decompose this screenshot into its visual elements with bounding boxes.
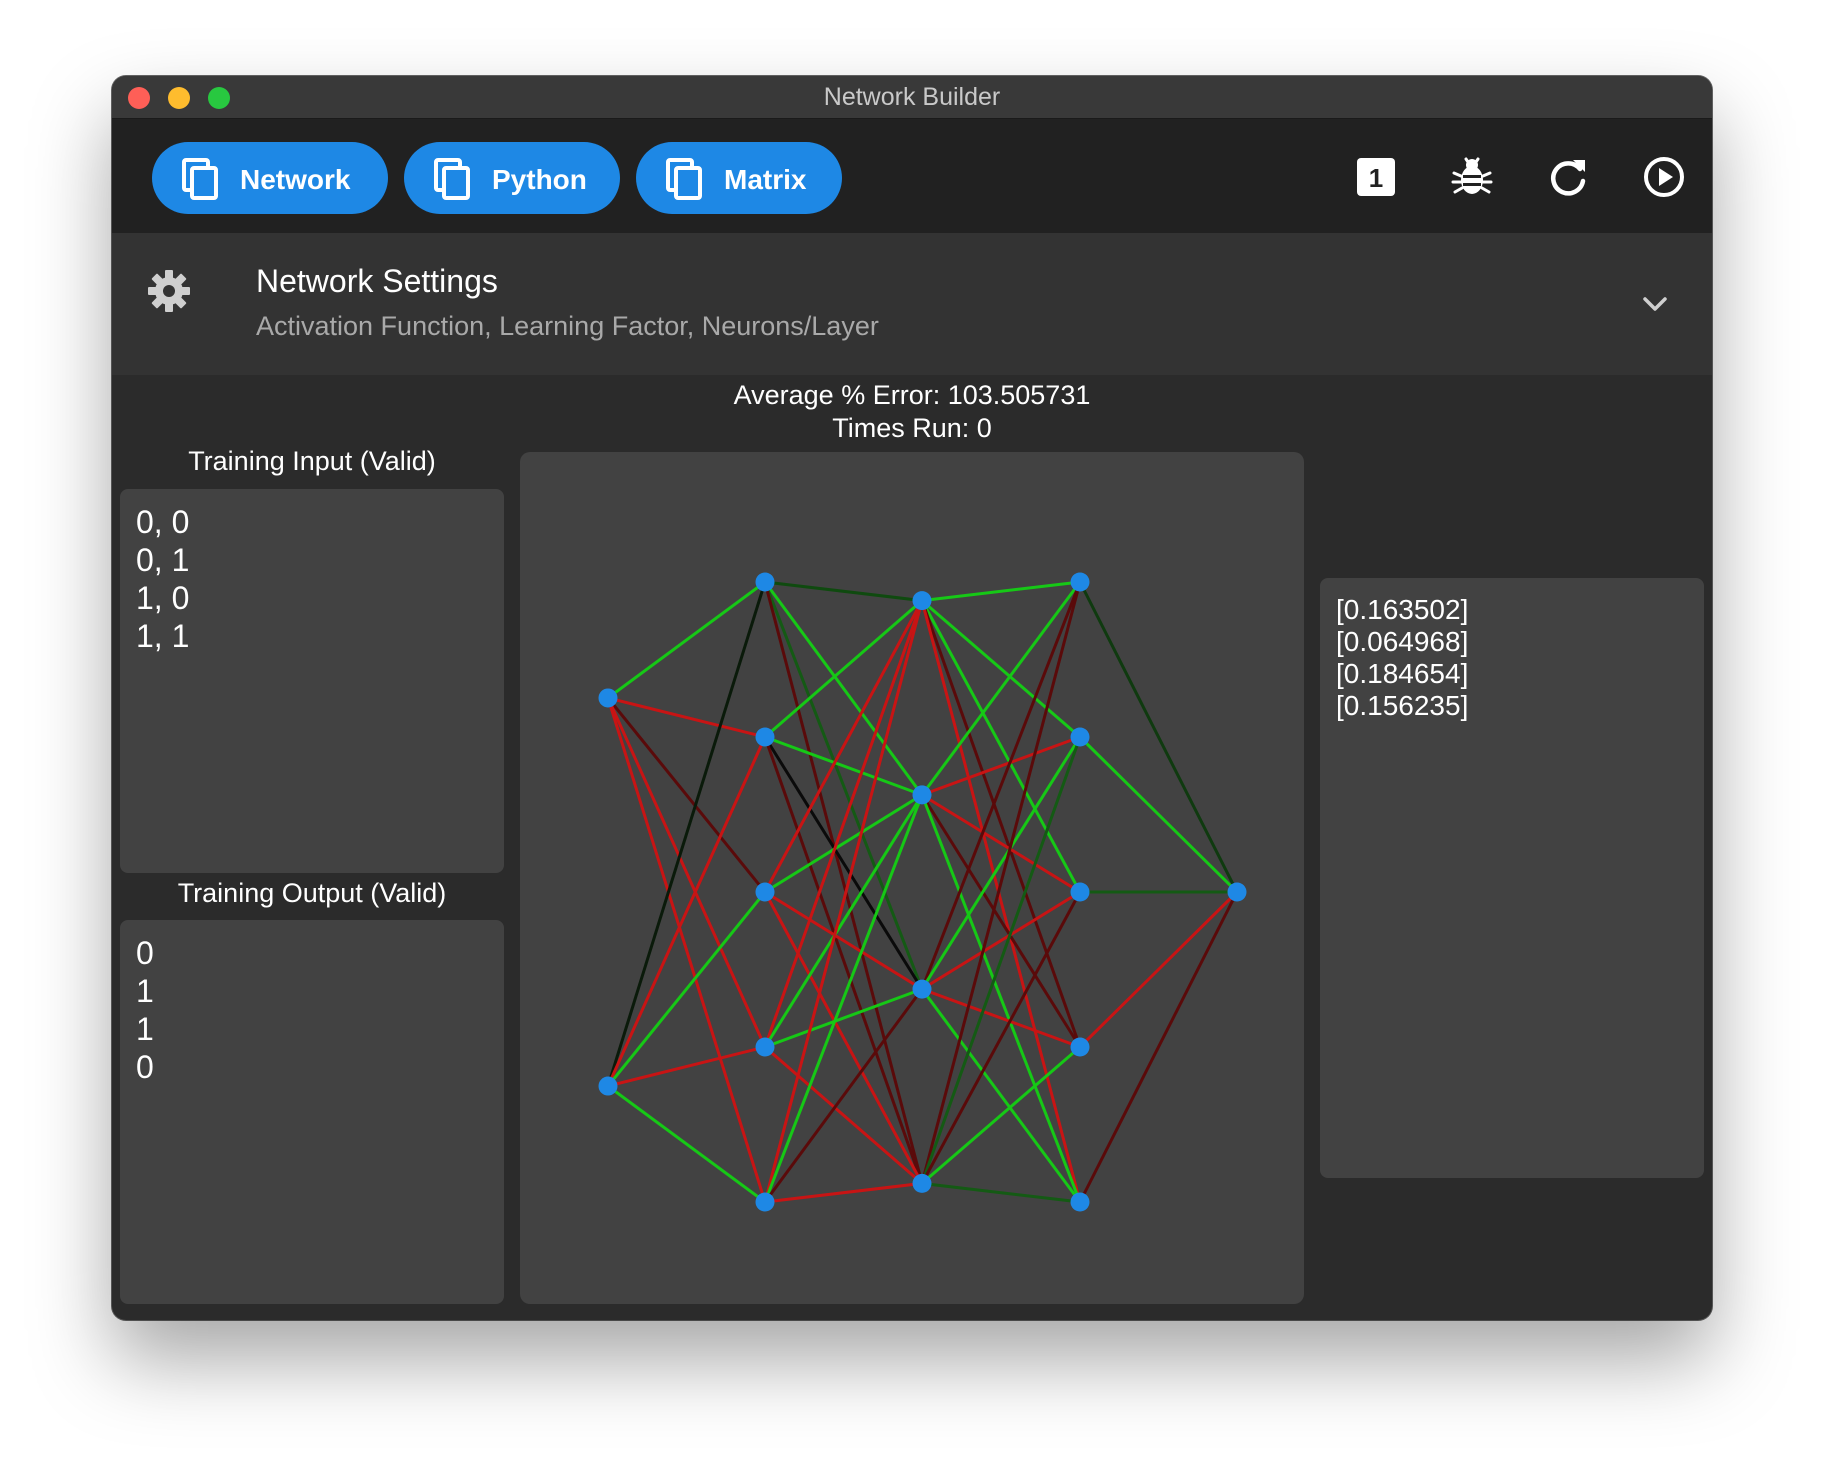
refresh-icon: [1551, 160, 1586, 196]
training-input-label: Training Input (Valid): [188, 446, 436, 476]
prediction-line: [0.163502]: [1336, 594, 1469, 625]
network-edge: [920, 794, 1082, 1048]
network-edge: [764, 580, 923, 603]
network-edge: [606, 891, 767, 1088]
network-graph-panel: [520, 452, 1304, 1304]
step-one-button[interactable]: 1: [1354, 155, 1398, 199]
network-edge: [921, 580, 1081, 603]
training-input-line: 0, 0: [136, 504, 190, 540]
network-node: [755, 572, 775, 592]
debug-button[interactable]: [1450, 155, 1494, 199]
network-node: [1070, 882, 1090, 902]
network-settings-panel[interactable]: Network Settings Activation Function, Le…: [112, 233, 1712, 375]
network-node: [1070, 1037, 1090, 1057]
network-edge: [607, 1045, 766, 1088]
copy-icon: [182, 158, 218, 200]
settings-subtitle: Activation Function, Learning Factor, Ne…: [256, 311, 879, 341]
network-edge: [606, 697, 767, 1203]
tab-network[interactable]: Network: [152, 142, 388, 214]
gear-icon: [148, 270, 190, 312]
network-node: [1227, 882, 1247, 902]
step-one-icon: 1: [1357, 158, 1395, 196]
training-output-field[interactable]: 0 1 1 0: [120, 920, 504, 1304]
network-node: [912, 979, 932, 999]
network-edge: [763, 736, 924, 990]
times-run: Times Run: 0: [832, 413, 992, 443]
maximize-window-button[interactable]: [208, 87, 230, 109]
network-edge: [607, 580, 766, 700]
network-edge: [920, 736, 1082, 990]
network-edge: [921, 1181, 1081, 1204]
network-edge: [606, 696, 767, 893]
copy-icon: [434, 158, 470, 200]
tab-matrix-label: Matrix: [724, 164, 807, 195]
network-edge: [1078, 735, 1239, 894]
app-window: Network Builder Network Python Matrix 1: [112, 76, 1712, 1320]
predictions-panel: [0.163502] [0.064968] [0.184654] [0.1562…: [1320, 578, 1704, 1178]
average-error: Average % Error: 103.505731: [733, 380, 1091, 410]
network-node: [1070, 727, 1090, 747]
run-button[interactable]: [1642, 155, 1686, 199]
network-edge: [763, 794, 924, 1048]
network-graph: [598, 572, 1247, 1212]
network-node: [598, 688, 618, 708]
training-input-line: 1, 1: [136, 618, 190, 654]
network-node: [912, 591, 932, 611]
prediction-line: [0.156235]: [1336, 690, 1469, 721]
prediction-line: [0.184654]: [1336, 658, 1469, 689]
title-bar: Network Builder: [112, 76, 1712, 119]
network-edge: [607, 696, 766, 739]
training-output-label: Training Output (Valid): [177, 878, 447, 908]
training-output-line: 0: [136, 1049, 154, 1085]
training-input-field[interactable]: 0, 0 0, 1 1, 0 1, 1: [120, 489, 504, 873]
step-badge: 1: [1369, 163, 1383, 193]
reset-button[interactable]: [1546, 155, 1590, 199]
window-title: Network Builder: [823, 82, 1001, 111]
network-node: [912, 1173, 932, 1193]
network-edge: [1078, 891, 1239, 1203]
copy-icon: [666, 158, 702, 200]
tab-matrix[interactable]: Matrix: [636, 142, 842, 214]
network-edge: [606, 736, 767, 1087]
toolbar: Network Python Matrix 1: [112, 119, 1712, 233]
network-node: [912, 785, 932, 805]
training-output-line: 0: [136, 935, 154, 971]
network-node: [755, 1037, 775, 1057]
tab-python-label: Python: [492, 164, 587, 195]
network-node: [755, 1192, 775, 1212]
network-node: [1070, 1192, 1090, 1212]
tab-python[interactable]: Python: [404, 142, 620, 214]
minimize-window-button[interactable]: [168, 87, 190, 109]
network-edge: [606, 581, 767, 1087]
network-edge: [606, 697, 767, 1048]
network-node: [598, 1076, 618, 1096]
tab-network-label: Network: [240, 164, 351, 195]
network-node: [755, 727, 775, 747]
network-node: [755, 882, 775, 902]
network-edge: [607, 1084, 766, 1204]
training-input-line: 1, 0: [136, 580, 190, 616]
close-window-button[interactable]: [128, 87, 150, 109]
training-input-line: 0, 1: [136, 542, 190, 578]
play-circle-icon: [1644, 157, 1684, 197]
training-output-line: 1: [136, 1011, 154, 1047]
chevron-down-icon[interactable]: [1640, 289, 1670, 319]
training-stats: Average % Error: 103.505731 Times Run: 0: [112, 379, 1712, 445]
network-edge: [1078, 890, 1239, 1049]
bug-icon: [1451, 157, 1493, 194]
settings-title: Network Settings: [256, 263, 498, 299]
network-node: [1070, 572, 1090, 592]
network-edge: [1078, 581, 1239, 893]
network-edge: [764, 1181, 923, 1204]
prediction-line: [0.064968]: [1336, 626, 1469, 657]
training-output-line: 1: [136, 973, 154, 1009]
